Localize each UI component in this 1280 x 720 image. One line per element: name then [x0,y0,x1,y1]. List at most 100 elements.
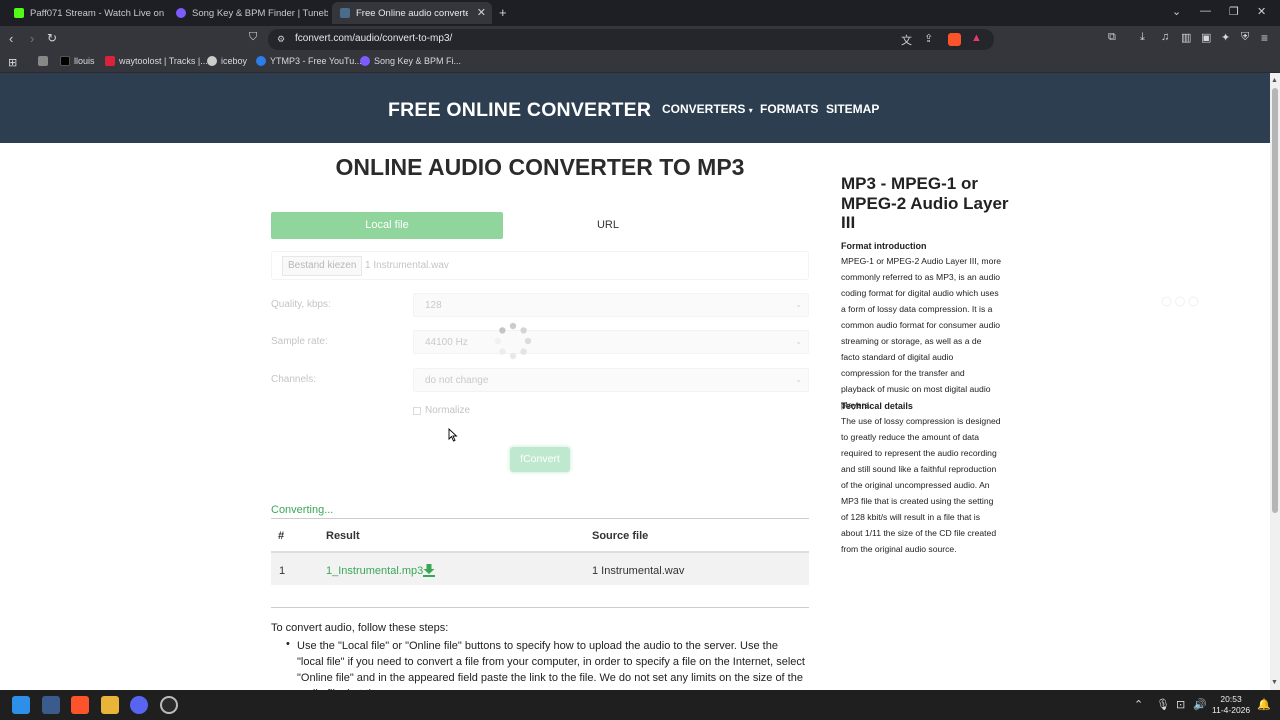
col-header-source: Source file [592,530,649,542]
wallet-icon[interactable]: ▣ [1201,31,1211,44]
microphone-icon[interactable]: 🎙 [1156,698,1170,711]
menu-icon[interactable]: ≡ [1261,31,1268,45]
bookmark-item[interactable]: YTMP3 - Free YouTu... [256,56,362,66]
normalize-label: Normalize [425,405,471,416]
tab-local-file[interactable]: Local file [271,212,503,239]
translate-icon[interactable]: 文 [901,32,912,48]
tab-search-chevron-icon[interactable]: ⌄ [1172,5,1181,18]
tray-overflow-icon[interactable]: ⌃ [1134,698,1143,711]
site-settings-icon[interactable]: ⚙ [277,34,285,45]
sample-rate-label: Sample rate: [271,336,328,347]
url-bar[interactable]: ⚙ fconvert.com/audio/convert-to-mp3/ 文 ⇪… [268,29,994,50]
sample-rate-value: 44100 Hz [425,337,468,348]
tunebat-icon [176,8,186,18]
divider [271,518,809,519]
channels-select[interactable]: do not change ⌄ [413,368,809,392]
notifications-icon[interactable]: 🔔 [1257,698,1271,711]
channels-label: Channels: [271,374,317,385]
share-icon[interactable]: ⇪ [924,32,933,45]
intro-heading: Format introduction [841,241,927,251]
scroll-up-icon[interactable]: ▲ [1271,77,1278,84]
tab-label: Paff071 Stream - Watch Live on Kick [30,7,164,19]
loading-spinner-icon [494,322,532,360]
tab-label: Free Online audio converter to M [356,7,468,19]
bookmark-item[interactable]: iceboy [207,56,247,66]
apps-grid-icon[interactable]: ⊞ [8,56,17,69]
bookmark-item[interactable] [38,56,48,66]
quality-value: 128 [425,300,442,311]
vpn-icon[interactable]: ⛨ [1241,31,1249,44]
clock-date: 11-4-2026 [1212,705,1251,715]
quality-select[interactable]: 128 ⌄ [413,293,809,317]
steps-title: To convert audio, follow these steps: [271,622,449,634]
source-file-name: 1 Instrumental.wav [592,565,685,577]
selected-file-name: 1 Instrumental.wav [365,260,449,271]
app-icon[interactable] [42,696,60,714]
channels-value: do not change [425,375,489,386]
leo-ai-icon[interactable]: ✦ [1221,31,1230,44]
close-tab-icon[interactable]: ✕ [477,6,486,19]
scroll-down-icon[interactable]: ▼ [1271,679,1278,686]
bookmark-item[interactable]: waytoolost | Tracks |... [105,56,208,66]
site-brand[interactable]: FREE ONLINE CONVERTER [388,99,651,122]
reading-list-icon[interactable]: ▥ [1181,31,1191,44]
caret-down-icon: ▾ [748,106,753,115]
convert-button[interactable]: fConvert [510,447,570,472]
row-number: 1 [279,565,286,577]
bookmarks-bar: ⊞ llouis waytoolost | Tracks |... iceboy… [0,53,1280,73]
bookmark-label: Song Key & BPM Fi... [374,56,462,66]
result-file-link[interactable]: 1_Instrumental.mp3 [326,565,423,577]
url-text[interactable]: fconvert.com/audio/convert-to-mp3/ [295,33,452,44]
media-icon[interactable]: ♫ [1161,31,1169,43]
faint-watermark-icon: ○○○ [1160,288,1200,313]
scrollbar-thumb[interactable] [1272,88,1278,513]
volume-icon[interactable]: 🔊 [1193,698,1207,711]
brave-rewards-icon[interactable]: ▲ [971,32,982,44]
bookmark-icon[interactable]: ⛉ [249,31,257,44]
nav-converters[interactable]: CONVERTERS ▾ [662,102,753,116]
minimize-icon[interactable]: — [1200,5,1211,17]
chevron-down-icon: ⌄ [795,375,802,384]
file-explorer-icon[interactable] [101,696,119,714]
checkbox-box[interactable] [413,406,421,415]
normalize-checkbox[interactable]: Normalize [413,405,470,416]
bookmark-favicon [256,56,266,66]
bookmark-item[interactable]: llouis [60,56,95,66]
clock[interactable]: 20:53 11-4-2026 [1212,694,1250,716]
network-icon[interactable]: ⊡ [1176,698,1185,711]
windows-taskbar: ⌃ 🎙 ⊡ 🔊 20:53 11-4-2026 🔔 [0,690,1280,720]
site-header: FREE ONLINE CONVERTER CONVERTERS ▾ FORMA… [0,73,1270,143]
tab-tunebat[interactable]: Song Key & BPM Finder | Tunebat [168,2,328,24]
list-bullet: • [286,638,290,650]
nav-formats[interactable]: FORMATS [760,102,818,116]
forward-icon[interactable]: › [30,31,34,46]
nav-converters-label: CONVERTERS [662,102,746,116]
discord-icon[interactable] [130,696,148,714]
sample-rate-select[interactable]: 44100 Hz ⌄ [413,330,809,354]
chevron-down-icon: ⌄ [795,300,802,309]
settings-app-icon[interactable] [160,696,178,714]
fconvert-icon [340,8,350,18]
downloads-icon[interactable]: ⤓ [1140,31,1145,44]
tab-url[interactable]: URL [503,212,713,239]
close-window-icon[interactable]: ✕ [1257,5,1266,18]
page-title: ONLINE AUDIO CONVERTER TO MP3 [335,154,745,180]
bookmark-item[interactable]: Song Key & BPM Fi... [360,56,461,66]
sidebar-toggle-icon[interactable]: ⧉ [1108,31,1116,44]
reload-icon[interactable]: ↻ [47,31,57,45]
conversion-status: Converting... [271,504,334,516]
download-icon[interactable] [422,563,436,577]
mouse-cursor-icon [448,428,458,442]
choose-file-button[interactable]: Bestand kiezen [282,256,363,276]
back-icon[interactable]: ‹ [9,31,13,46]
new-tab-icon[interactable]: + [499,5,507,20]
restore-icon[interactable]: ❐ [1229,5,1239,18]
brave-shields-icon[interactable] [948,33,961,46]
windows-start-icon[interactable] [12,696,30,714]
tab-fconvert[interactable]: Free Online audio converter to M ✕ [332,2,492,24]
address-toolbar: ‹ › ↻ ⛉ ⚙ fconvert.com/audio/convert-to-… [0,26,1280,53]
file-input[interactable]: Bestand kiezen 1 Instrumental.wav [271,251,809,280]
brave-browser-icon[interactable] [71,696,89,714]
tab-kick[interactable]: Paff071 Stream - Watch Live on Kick [6,2,164,24]
nav-sitemap[interactable]: SITEMAP [826,102,879,116]
